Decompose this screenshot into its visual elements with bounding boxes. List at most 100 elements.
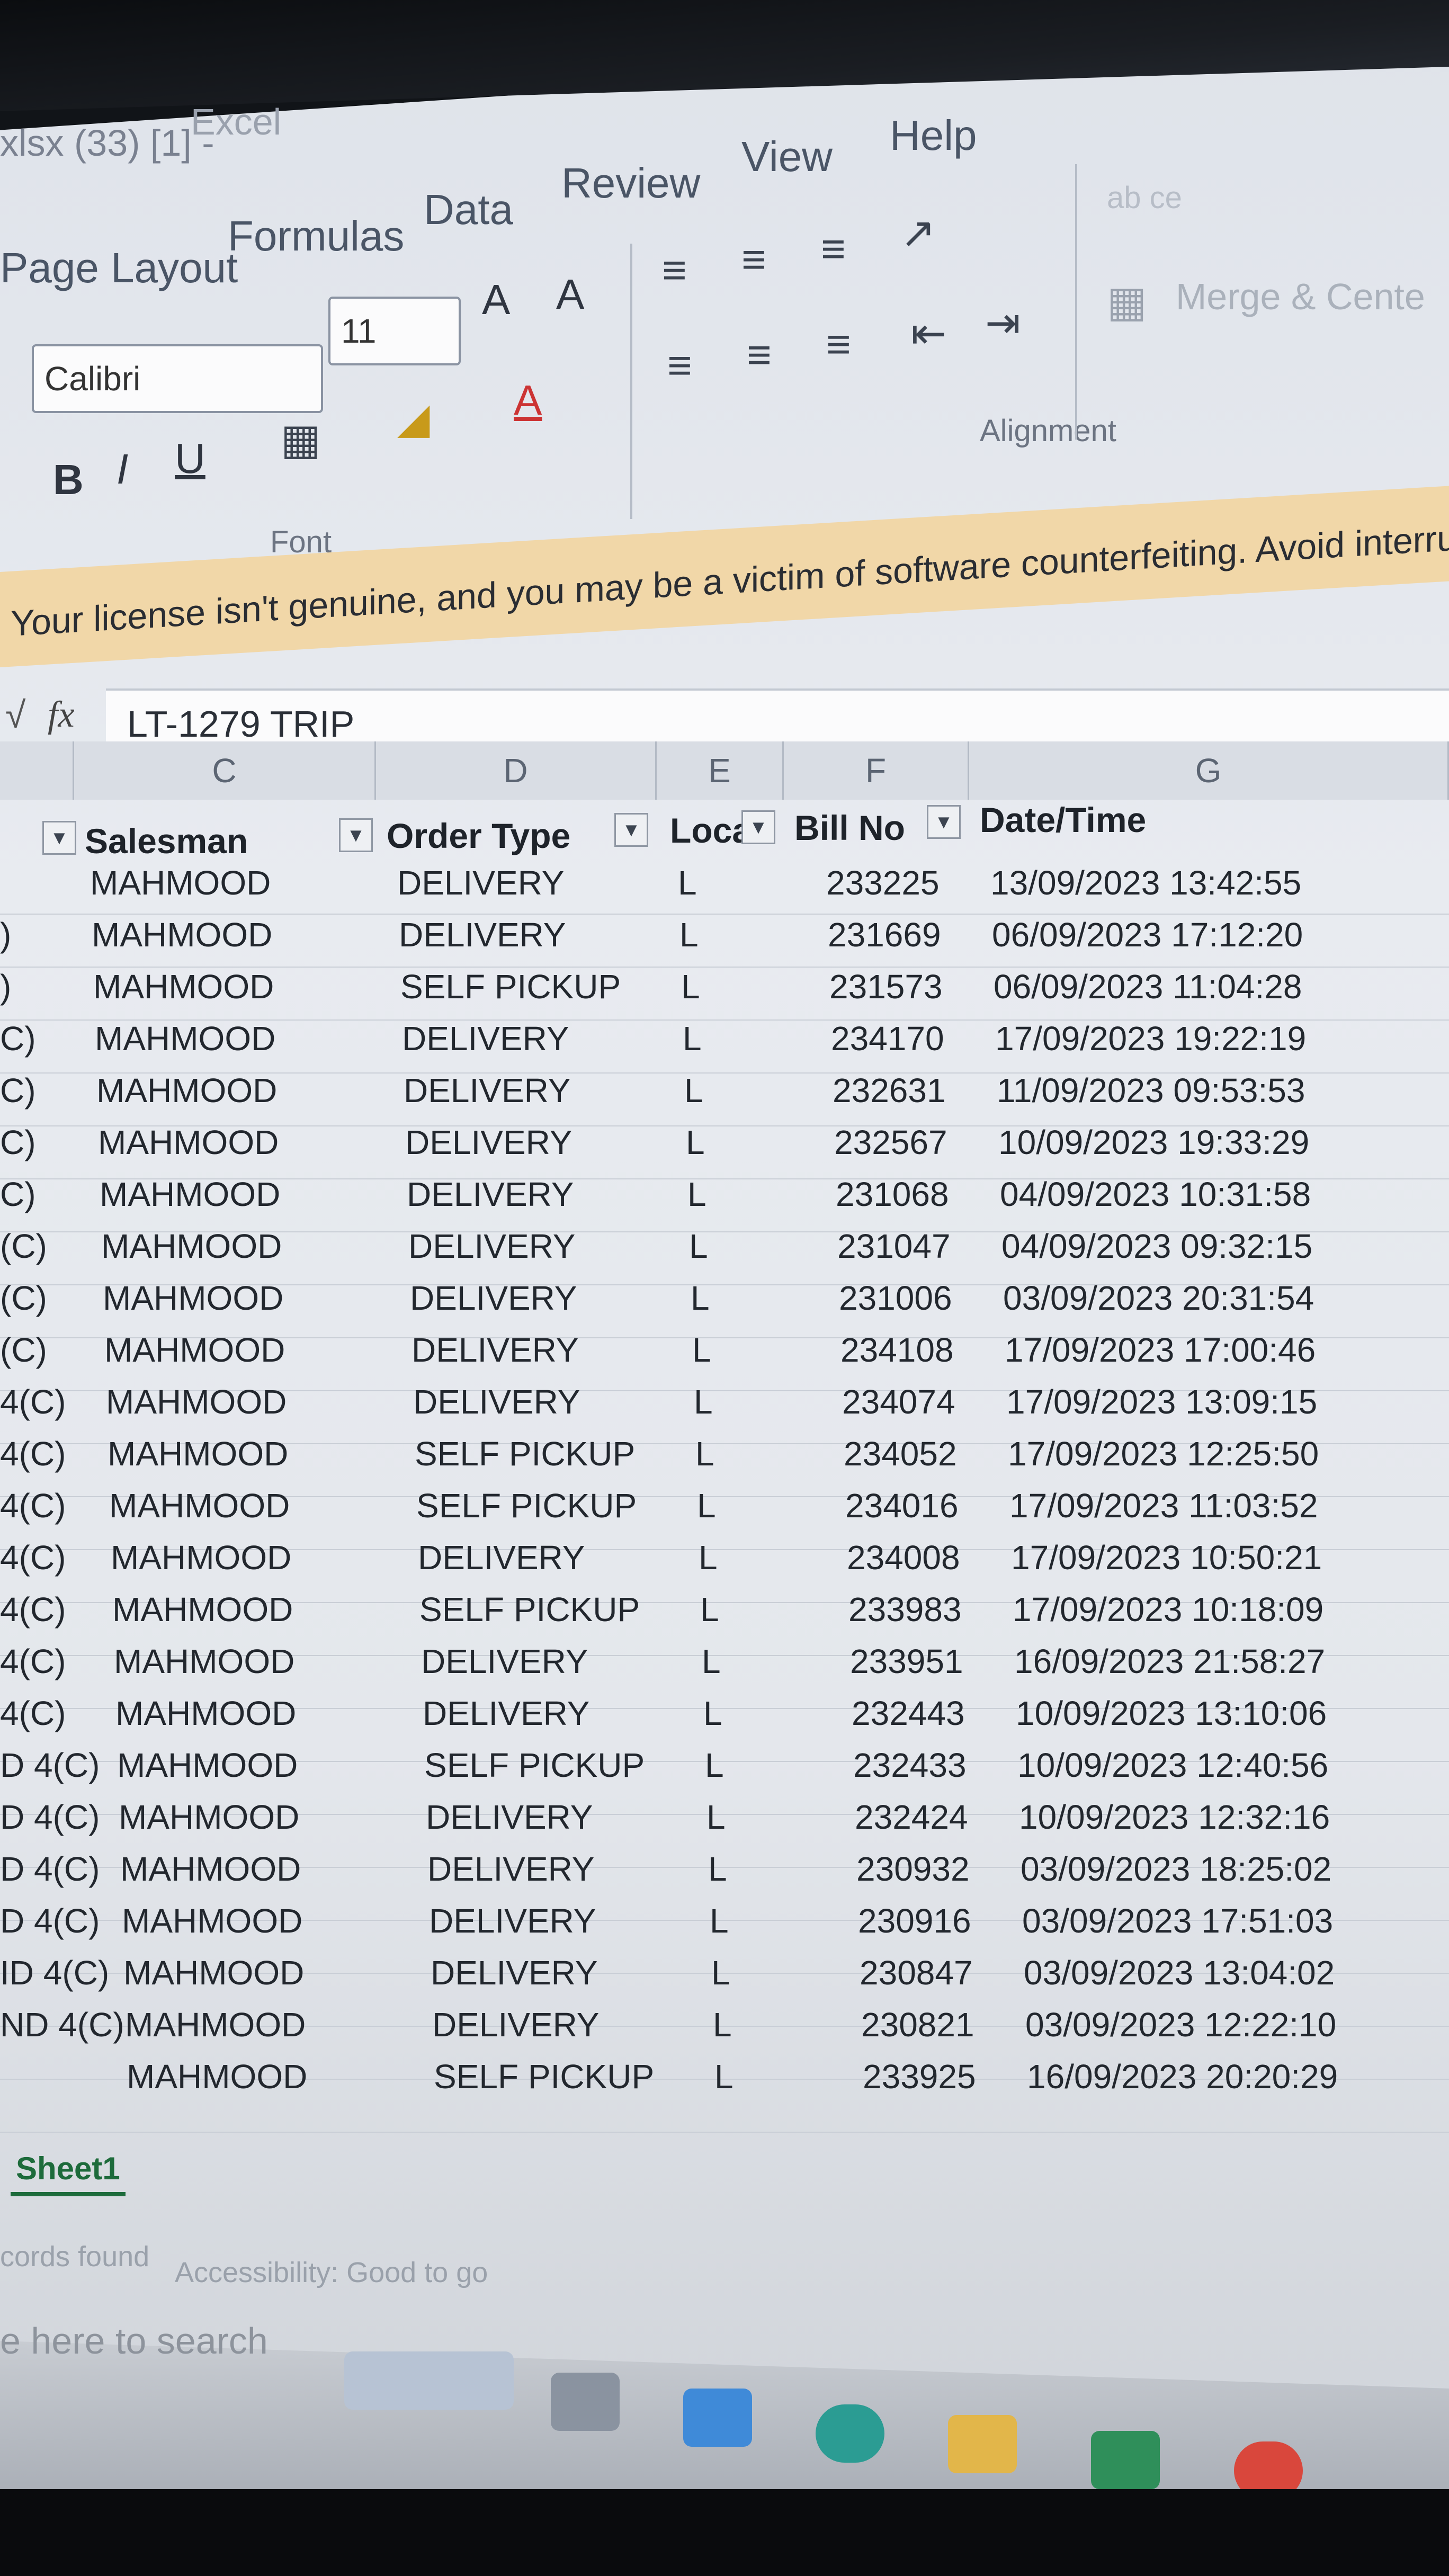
cell-salesman[interactable]: MAHMOOD [92, 915, 272, 954]
cell-salesman[interactable]: MAHMOOD [122, 1901, 302, 1940]
cell-date-time[interactable]: 17/09/2023 19:22:19 [995, 1019, 1306, 1058]
cell-location[interactable]: L [710, 1901, 729, 1940]
cell-order-type[interactable]: DELIVERY [407, 1175, 574, 1214]
cell-date-time[interactable]: 10/09/2023 13:10:06 [1016, 1694, 1327, 1733]
cell-b[interactable]: ND 4(C) [0, 2005, 124, 2044]
cell-bill-no[interactable]: 234016 [845, 1486, 959, 1525]
cell-salesman[interactable]: MAHMOOD [112, 1590, 293, 1629]
cell-date-time[interactable]: 17/09/2023 17:00:46 [1005, 1330, 1316, 1370]
table-row[interactable]: MAHMOOD DELIVERY L 233225 13/09/2023 13:42:5… [0, 863, 1449, 916]
cell-salesman[interactable]: MAHMOOD [95, 1019, 275, 1058]
cell-order-type[interactable]: DELIVERY [404, 1071, 570, 1110]
cell-b[interactable]: 4(C) [0, 1486, 66, 1525]
cell-b[interactable]: D 4(C) [0, 1849, 100, 1889]
cell-salesman[interactable]: MAHMOOD [119, 1797, 299, 1837]
merge-icon[interactable]: ▦ [1107, 281, 1147, 323]
cell-date-time[interactable]: 11/09/2023 09:53:53 [997, 1071, 1305, 1110]
cell-location[interactable]: L [713, 2005, 732, 2044]
cell-salesman[interactable]: MAHMOOD [106, 1382, 287, 1421]
align-left-icon[interactable]: ≡ [667, 344, 692, 387]
cell-order-type[interactable]: DELIVERY [413, 1382, 580, 1421]
cell-order-type[interactable]: DELIVERY [429, 1901, 596, 1940]
cell-bill-no[interactable]: 230932 [856, 1849, 970, 1889]
cell-date-time[interactable]: 04/09/2023 09:32:15 [1001, 1227, 1312, 1266]
cell-bill-no[interactable]: 230847 [860, 1953, 973, 1992]
column-header-c[interactable]: C [74, 741, 376, 800]
cell-order-type[interactable]: DELIVERY [423, 1694, 589, 1733]
column-header-g[interactable]: G [969, 741, 1449, 800]
cell-bill-no[interactable]: 233925 [863, 2057, 976, 2096]
cell-order-type[interactable]: DELIVERY [399, 915, 566, 954]
cell-bill-no[interactable]: 234008 [847, 1538, 960, 1577]
cell-location[interactable]: L [694, 1382, 713, 1421]
cell-b[interactable]: D 4(C) [0, 1746, 100, 1785]
cell-location[interactable]: L [705, 1746, 724, 1785]
mail-icon[interactable] [1091, 2431, 1160, 2489]
bold-button[interactable]: B [53, 455, 84, 504]
borders-icon[interactable]: ▦ [281, 418, 321, 461]
task-view-icon[interactable] [551, 2373, 620, 2431]
table-row[interactable]: ) MAHMOOD DELIVERY L 231669 06/09/2023 17:12:… [0, 916, 1449, 969]
fill-color-icon[interactable]: ◢ [397, 397, 430, 440]
status-accessibility[interactable]: Accessibility: Good to go [175, 2256, 488, 2289]
table-row[interactable]: MAHMOOD SELF PICKUP L 233925 16/09/2023 20:2… [0, 2058, 1449, 2134]
increase-indent-icon[interactable]: ⇥ [985, 302, 1021, 344]
align-middle-icon[interactable]: ≡ [741, 238, 766, 281]
cell-date-time[interactable]: 06/09/2023 11:04:28 [994, 967, 1302, 1006]
cell-b[interactable]: D 4(C) [0, 1901, 100, 1940]
cell-bill-no[interactable]: 231006 [839, 1278, 952, 1318]
cell-bill-no[interactable]: 234108 [840, 1330, 954, 1370]
align-bottom-icon[interactable]: ≡ [821, 228, 846, 270]
cell-location[interactable]: L [687, 1175, 706, 1214]
cell-b[interactable]: 4(C) [0, 1382, 66, 1421]
table-row[interactable]: ) MAHMOOD SELF PICKUP L 231573 06/09/2023 11:… [0, 967, 1449, 1022]
cell-location[interactable]: L [691, 1278, 710, 1318]
cell-order-type[interactable]: SELF PICKUP [416, 1486, 637, 1525]
cell-order-type[interactable]: DELIVERY [426, 1797, 593, 1837]
cell-salesman[interactable]: MAHMOOD [101, 1227, 282, 1266]
cell-salesman[interactable]: MAHMOOD [117, 1746, 298, 1785]
table-row[interactable]: C) MAHMOOD DELIVERY L 234170 17/09/2023 19:22… [0, 1019, 1449, 1075]
cell-location[interactable]: L [681, 967, 700, 1006]
cell-date-time[interactable]: 17/09/2023 10:18:09 [1013, 1590, 1323, 1629]
cell-bill-no[interactable]: 232631 [833, 1071, 946, 1110]
cell-location[interactable]: L [711, 1953, 730, 1992]
cell-date-time[interactable]: 04/09/2023 10:31:58 [1000, 1175, 1311, 1214]
cell-location[interactable]: L [695, 1434, 714, 1473]
cell-location[interactable]: L [678, 863, 697, 902]
cell-location[interactable]: L [683, 1019, 702, 1058]
cell-b[interactable]: C) [0, 1019, 36, 1058]
cell-b[interactable]: D 4(C) [0, 1797, 100, 1837]
cell-location[interactable]: L [684, 1071, 703, 1110]
store-icon[interactable] [683, 2389, 752, 2447]
orientation-icon[interactable]: ↗ [900, 212, 936, 254]
cell-order-type[interactable]: SELF PICKUP [400, 967, 621, 1006]
cell-order-type[interactable]: SELF PICKUP [415, 1434, 635, 1473]
cell-b[interactable]: C) [0, 1175, 36, 1214]
cell-b[interactable]: C) [0, 1071, 36, 1110]
fx-button[interactable]: fx [48, 694, 75, 736]
tab-view[interactable]: View [741, 132, 833, 181]
align-top-icon[interactable]: ≡ [662, 249, 687, 291]
cell-salesman[interactable]: MAHMOOD [111, 1538, 291, 1577]
cell-location[interactable]: L [699, 1538, 718, 1577]
column-header-b[interactable] [0, 741, 74, 800]
filter-dropdown-bill-no[interactable]: ▼ [927, 805, 961, 839]
cell-date-time[interactable]: 17/09/2023 12:25:50 [1008, 1434, 1319, 1473]
align-right-icon[interactable]: ≡ [826, 323, 851, 365]
cell-bill-no[interactable]: 231669 [828, 915, 941, 954]
italic-button[interactable]: I [117, 445, 128, 494]
cell-order-type[interactable]: DELIVERY [427, 1849, 594, 1889]
cell-bill-no[interactable]: 232443 [852, 1694, 965, 1733]
cell-location[interactable]: L [689, 1227, 708, 1266]
cell-date-time[interactable]: 03/09/2023 12:22:10 [1025, 2005, 1336, 2044]
cell-bill-no[interactable]: 233983 [848, 1590, 962, 1629]
cell-date-time[interactable]: 03/09/2023 20:31:54 [1003, 1278, 1314, 1318]
cell-bill-no[interactable]: 231573 [829, 967, 943, 1006]
font-color-button[interactable]: A [514, 376, 542, 425]
cell-bill-no[interactable]: 232424 [855, 1797, 968, 1837]
cell-b[interactable]: (C) [0, 1330, 47, 1370]
taskbar-search[interactable]: e here to search [0, 2320, 268, 2362]
cell-bill-no[interactable]: 232567 [834, 1123, 947, 1162]
cell-salesman[interactable]: MAHMOOD [109, 1486, 290, 1525]
